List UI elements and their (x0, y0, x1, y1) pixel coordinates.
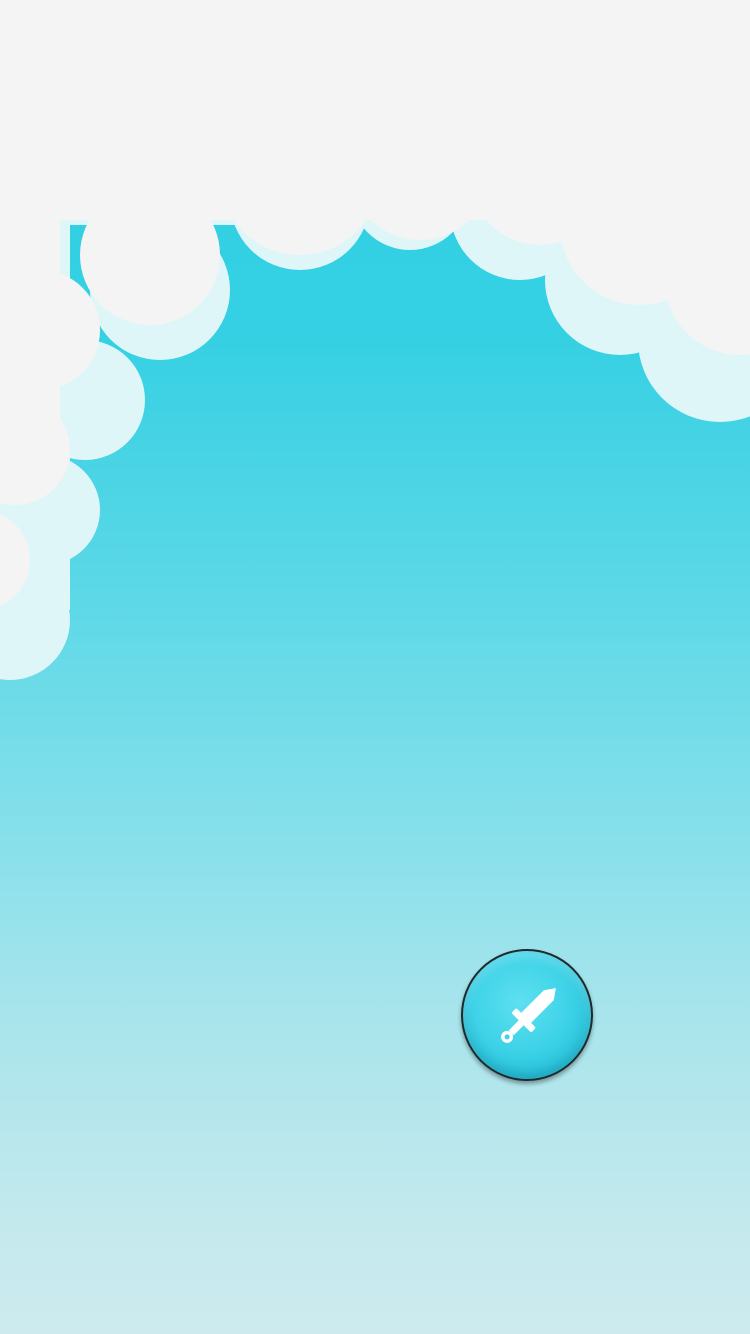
sword-icon (501, 988, 556, 1043)
attack-button[interactable] (461, 949, 593, 1081)
cloud-layer (0, 0, 750, 680)
game-screen[interactable] (0, 0, 750, 1334)
